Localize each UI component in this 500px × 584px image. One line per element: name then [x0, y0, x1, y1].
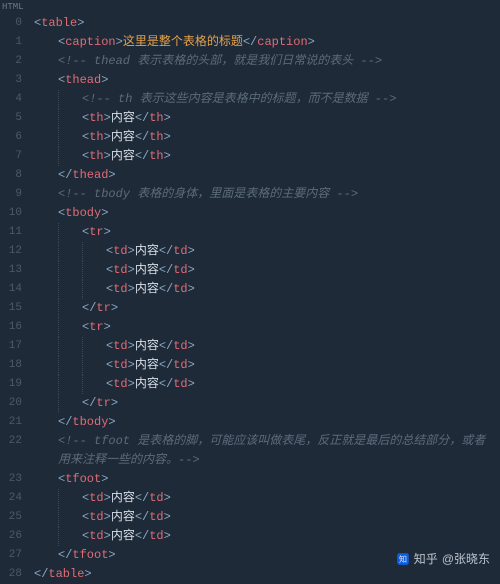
watermark-author: @张晓东: [442, 550, 490, 567]
code-line: </tbody>: [34, 413, 500, 432]
code-line: <td>内容</td>: [34, 527, 500, 546]
code-line: <!-- th 表示这些内容是表格中的标题，而不是数据 -->: [34, 90, 500, 109]
code-line: </tr>: [34, 394, 500, 413]
line-number: 13: [0, 261, 28, 280]
line-number: 27: [0, 546, 28, 565]
code-line: <tr>: [34, 223, 500, 242]
code-line: <table>: [34, 14, 500, 33]
line-number: 18: [0, 356, 28, 375]
watermark: 知 知乎 @张晓东: [396, 550, 490, 567]
language-label: HTML: [2, 2, 24, 12]
line-number: 14: [0, 280, 28, 299]
line-number: 4: [0, 90, 28, 109]
line-number: 15: [0, 299, 28, 318]
zhihu-icon: 知: [396, 552, 410, 566]
line-number: 10: [0, 204, 28, 223]
code-line: <!-- tfoot 是表格的脚，可能应该叫做表尾，反正就是最后的总结部分，或者…: [34, 432, 500, 470]
code-editor: HTML 01234567891011121314151617181920212…: [0, 0, 500, 573]
code-line: <td>内容</td>: [34, 356, 500, 375]
code-line: </tr>: [34, 299, 500, 318]
code-line: <th>内容</th>: [34, 147, 500, 166]
line-number: 28: [0, 565, 28, 584]
code-line: <td>内容</td>: [34, 508, 500, 527]
line-number: 6: [0, 128, 28, 147]
line-number: 16: [0, 318, 28, 337]
code-line: <!-- thead 表示表格的头部，就是我们日常说的表头 -->: [34, 52, 500, 71]
line-number: 24: [0, 489, 28, 508]
code-line: <thead>: [34, 71, 500, 90]
code-line: <td>内容</td>: [34, 337, 500, 356]
line-number: 25: [0, 508, 28, 527]
code-line: </table>: [34, 565, 500, 584]
line-number: 21: [0, 413, 28, 432]
code-line: <td>内容</td>: [34, 375, 500, 394]
line-number: 19: [0, 375, 28, 394]
code-line: <caption>这里是整个表格的标题</caption>: [34, 33, 500, 52]
line-number: 26: [0, 527, 28, 546]
line-number-gutter: 0123456789101112131415161718192021222324…: [0, 0, 28, 573]
line-number: 12: [0, 242, 28, 261]
code-line: <td>内容</td>: [34, 489, 500, 508]
line-number: 2: [0, 52, 28, 71]
svg-text:知: 知: [399, 553, 407, 563]
line-number: 9: [0, 185, 28, 204]
code-line: <th>内容</th>: [34, 109, 500, 128]
line-number: 23: [0, 470, 28, 489]
line-number: 7: [0, 147, 28, 166]
line-number: 8: [0, 166, 28, 185]
line-number: 22: [0, 432, 28, 470]
code-line: <tr>: [34, 318, 500, 337]
watermark-brand: 知乎: [414, 550, 438, 567]
line-number: 1: [0, 33, 28, 52]
code-area[interactable]: <table><caption>这里是整个表格的标题</caption><!--…: [28, 0, 500, 573]
code-line: </thead>: [34, 166, 500, 185]
code-line: <tfoot>: [34, 470, 500, 489]
code-line: <td>内容</td>: [34, 261, 500, 280]
code-line: <tbody>: [34, 204, 500, 223]
line-number: 3: [0, 71, 28, 90]
code-line: <th>内容</th>: [34, 128, 500, 147]
code-line: <!-- tbody 表格的身体，里面是表格的主要内容 -->: [34, 185, 500, 204]
code-line: <td>内容</td>: [34, 242, 500, 261]
line-number: 20: [0, 394, 28, 413]
code-line: <td>内容</td>: [34, 280, 500, 299]
line-number: 0: [0, 14, 28, 33]
line-number: 5: [0, 109, 28, 128]
line-number: 11: [0, 223, 28, 242]
line-number: 17: [0, 337, 28, 356]
